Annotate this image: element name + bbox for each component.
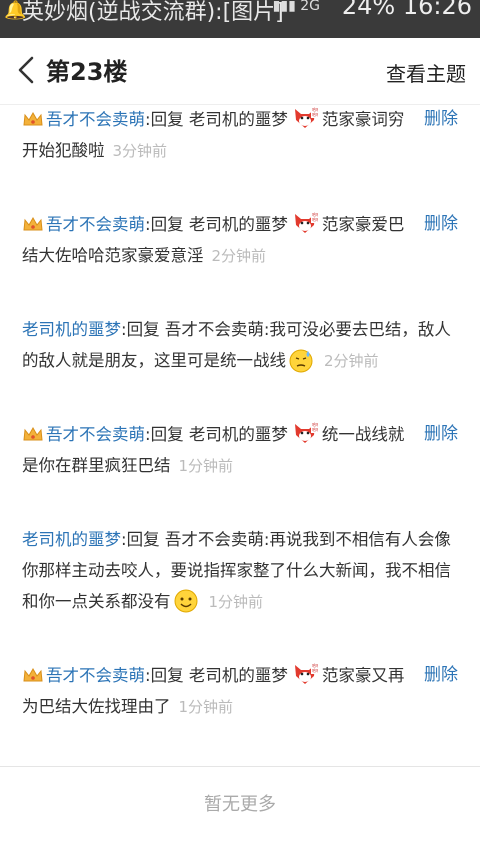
- crown-icon: [23, 667, 43, 682]
- battery-level: 24%: [341, 0, 396, 20]
- delete-button[interactable]: 删除: [424, 209, 458, 240]
- smile-emoji-icon: [174, 589, 197, 613]
- reply-target: 吾才不会卖萌: [164, 530, 264, 549]
- fox-emoji-icon: 哈哈哈哈: [294, 211, 318, 233]
- status-notification-text: 英妙烟(逆战交流群):[图片]: [22, 0, 284, 25]
- reply-prefix: 回复: [126, 320, 165, 339]
- reply-prefix: 回复: [126, 530, 165, 549]
- reply-target: 吾才不会卖萌: [164, 320, 264, 339]
- reply-target: 老司机的噩梦: [188, 110, 288, 129]
- reply-author[interactable]: 吾才不会卖萌: [46, 425, 145, 444]
- svg-text:哈哈: 哈哈: [312, 667, 318, 673]
- reply-prefix: 回复: [150, 666, 189, 685]
- reply-item: 老司机的噩梦:回复 吾才不会卖萌:再说我到不相信有人会像你那样主动去咬人，要说指…: [0, 524, 480, 618]
- reply-content: 老司机的噩梦:回复 吾才不会卖萌:再说我到不相信有人会像你那样主动去咬人，要说指…: [22, 524, 460, 618]
- fox-emoji-icon: 哈哈哈哈: [294, 421, 318, 443]
- crown-icon: [23, 216, 43, 231]
- reply-author[interactable]: 吾才不会卖萌: [46, 215, 145, 234]
- svg-text:哈哈: 哈哈: [312, 216, 318, 222]
- app-header: 第23楼 查看主题: [0, 38, 480, 105]
- crown-icon: [23, 426, 43, 441]
- fox-emoji-icon: 哈哈哈哈: [294, 662, 318, 684]
- delete-button[interactable]: 删除: [424, 660, 458, 691]
- reply-target: 老司机的噩梦: [188, 215, 288, 234]
- reply-content: 吾才不会卖萌:回复 老司机的噩梦哈哈哈哈范家豪又再为巴结大佐找理由了1分钟前: [22, 660, 460, 723]
- reply-item: 老司机的噩梦:回复 吾才不会卖萌:我可没必要去巴结，敌人的敌人就是朋友，这里可是…: [0, 314, 480, 377]
- reply-time: 1分钟前: [178, 457, 234, 475]
- reply-time: 2分钟前: [211, 247, 267, 265]
- reply-item: 吾才不会卖萌:回复 老司机的噩梦哈哈哈哈统一战线就是你在群里疯狂巴结1分钟前删除: [0, 419, 480, 482]
- no-more-label: 暂无更多: [204, 794, 276, 815]
- reply-list-inner: 吾才不会卖萌:回复 老司机的噩梦哈哈哈哈范家豪词穷开始犯酸啦3分钟前删除吾才不会…: [0, 104, 480, 764]
- delete-button[interactable]: 删除: [424, 419, 458, 450]
- reply-author[interactable]: 老司机的噩梦: [22, 530, 121, 549]
- reply-author[interactable]: 吾才不会卖萌: [46, 110, 145, 129]
- status-bar: 🔔 英妙烟(逆战交流群):[图片] ▮▮▮ 2G 24% 16:26: [0, 0, 480, 38]
- crown-icon: [23, 111, 43, 126]
- footer-divider: [0, 766, 480, 767]
- reply-time: 3分钟前: [112, 142, 168, 160]
- reply-content: 老司机的噩梦:回复 吾才不会卖萌:我可没必要去巴结，敌人的敌人就是朋友，这里可是…: [22, 314, 460, 377]
- delete-button[interactable]: 删除: [424, 104, 458, 135]
- back-arrow-icon[interactable]: [14, 55, 44, 85]
- clock: 16:26: [402, 0, 472, 20]
- page-title: 第23楼: [46, 58, 128, 86]
- reply-prefix: 回复: [150, 215, 189, 234]
- reply-time: 1分钟前: [208, 593, 264, 611]
- reply-item: 吾才不会卖萌:回复 老司机的噩梦哈哈哈哈范家豪又再为巴结大佐找理由了1分钟前删除: [0, 660, 480, 723]
- reply-item: 吾才不会卖萌:回复 老司机的噩梦哈哈哈哈范家豪词穷开始犯酸啦3分钟前删除: [0, 104, 480, 167]
- reply-list[interactable]: 吾才不会卖萌:回复 老司机的噩梦哈哈哈哈范家豪词穷开始犯酸啦3分钟前删除吾才不会…: [0, 104, 480, 764]
- network-type: 2G: [300, 0, 320, 14]
- reply-prefix: 回复: [150, 110, 189, 129]
- reply-content: 吾才不会卖萌:回复 老司机的噩梦哈哈哈哈范家豪词穷开始犯酸啦3分钟前: [22, 104, 460, 167]
- reply-author[interactable]: 吾才不会卖萌: [46, 666, 145, 685]
- svg-text:哈哈: 哈哈: [312, 111, 318, 117]
- reply-author[interactable]: 老司机的噩梦: [22, 320, 121, 339]
- status-icons: ▮▮▮ 2G: [273, 0, 320, 14]
- reply-content: 吾才不会卖萌:回复 老司机的噩梦哈哈哈哈统一战线就是你在群里疯狂巴结1分钟前: [22, 419, 460, 482]
- fox-emoji-icon: 哈哈哈哈: [294, 106, 318, 128]
- reply-time: 1分钟前: [178, 698, 234, 716]
- status-right: 24% 16:26: [342, 0, 472, 20]
- reply-item: 吾才不会卖萌:回复 老司机的噩梦哈哈哈哈范家豪爱巴结大佐哈哈范家豪爱意淫2分钟前…: [0, 209, 480, 272]
- sweat-emoji-icon: [289, 349, 313, 373]
- reply-time: 2分钟前: [324, 352, 379, 370]
- reply-content: 吾才不会卖萌:回复 老司机的噩梦哈哈哈哈范家豪爱巴结大佐哈哈范家豪爱意淫2分钟前: [22, 209, 460, 272]
- view-topic-button[interactable]: 查看主题: [386, 58, 466, 87]
- reply-target: 老司机的噩梦: [188, 425, 288, 444]
- reply-prefix: 回复: [150, 425, 189, 444]
- reply-target: 老司机的噩梦: [188, 666, 288, 685]
- svg-text:哈哈: 哈哈: [312, 426, 318, 432]
- signal-icon: ▮▮▮: [272, 0, 296, 14]
